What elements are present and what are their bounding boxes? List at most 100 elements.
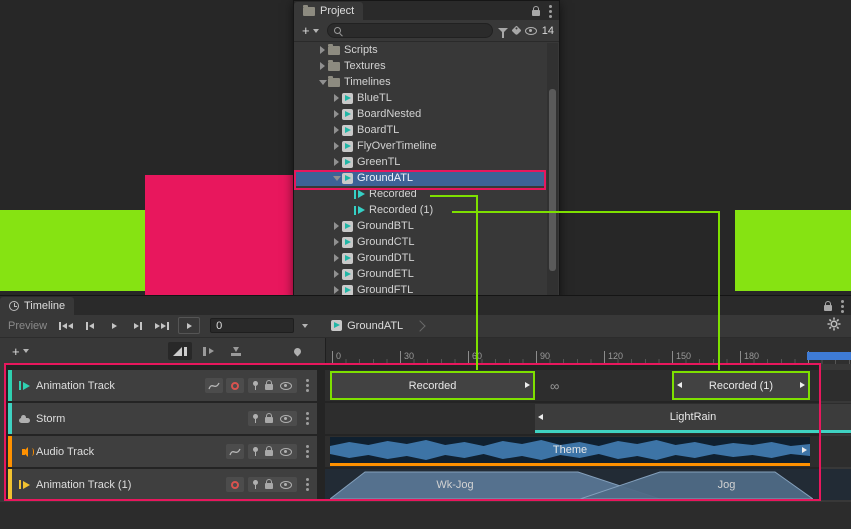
track-menu-button[interactable] <box>301 450 313 453</box>
foldout-collapsed-icon[interactable] <box>331 154 342 170</box>
clip-recorded[interactable]: Recorded <box>330 371 535 400</box>
curves-toggle-button[interactable] <box>226 444 244 459</box>
clip-handle-left-icon[interactable] <box>677 382 682 388</box>
eye-icon[interactable] <box>280 448 292 456</box>
track-header-storm[interactable]: Storm <box>8 403 317 434</box>
tree-item-boardtl[interactable]: BoardTL <box>295 122 546 138</box>
audio-track-icon <box>22 449 25 455</box>
frame-unit-dropdown[interactable] <box>299 321 311 331</box>
visibility-icon[interactable] <box>525 27 537 35</box>
lane-audio[interactable]: Theme <box>325 436 851 467</box>
tree-item-bluetl[interactable]: BlueTL <box>295 90 546 106</box>
track-header-animation[interactable]: Animation Track <box>8 370 317 401</box>
play-button[interactable] <box>103 317 125 334</box>
foldout-collapsed-icon[interactable] <box>317 58 328 74</box>
window-menu-icon[interactable] <box>841 305 844 308</box>
pin-icon[interactable] <box>253 414 258 419</box>
tree-item-groundbtl[interactable]: GroundBTL <box>295 218 546 234</box>
curves-toggle-button[interactable] <box>205 378 223 393</box>
clip-handle-right-icon[interactable] <box>800 382 805 388</box>
frame-input[interactable] <box>211 320 293 332</box>
lane-animation-1[interactable]: Wk-Jog Jog <box>325 469 851 500</box>
time-ruler[interactable]: 0 30 60 90 120 150 180 210 <box>325 338 851 364</box>
foldout-collapsed-icon[interactable] <box>331 90 342 106</box>
tree-item-scripts[interactable]: Scripts <box>295 42 546 58</box>
tree-item-timelines[interactable]: Timelines <box>295 74 546 90</box>
clip-recorded-1[interactable]: Recorded (1) <box>672 371 810 400</box>
tree-item-textures[interactable]: Textures <box>295 58 546 74</box>
tree-item-flyovertimeline[interactable]: FlyOverTimeline <box>295 138 546 154</box>
clip-jog[interactable]: Jog <box>580 470 813 499</box>
create-asset-button[interactable]: + <box>299 23 322 38</box>
eye-icon[interactable] <box>280 415 292 423</box>
show-markers-button[interactable] <box>288 343 306 359</box>
lane-storm[interactable]: LightRain <box>325 403 851 434</box>
search-by-label-icon[interactable] <box>511 26 521 36</box>
tree-item-recorded[interactable]: Recorded <box>295 186 546 202</box>
mix-mode-button[interactable] <box>168 342 192 360</box>
ripple-mode-button[interactable] <box>196 342 220 360</box>
foldout-collapsed-icon[interactable] <box>331 250 342 266</box>
clip-handle-right-icon[interactable] <box>525 382 530 388</box>
add-track-button[interactable]: + <box>8 342 33 360</box>
pin-icon[interactable] <box>253 381 258 386</box>
track-menu-button[interactable] <box>301 417 313 420</box>
pin-icon[interactable] <box>253 447 258 452</box>
track-menu-button[interactable] <box>301 384 313 387</box>
lane-animation[interactable]: Recorded ∞ Recorded (1) <box>325 370 851 401</box>
track-menu-button[interactable] <box>301 483 313 486</box>
search-input[interactable] <box>345 25 486 36</box>
tree-item-groundctl[interactable]: GroundCTL <box>295 234 546 250</box>
project-scrollbar[interactable] <box>547 43 558 297</box>
current-frame-field[interactable] <box>210 318 294 333</box>
play-range-button[interactable] <box>178 317 200 334</box>
window-menu-icon[interactable] <box>549 10 552 13</box>
lock-icon[interactable] <box>532 10 540 16</box>
lock-icon[interactable] <box>265 483 273 489</box>
settings-button[interactable] <box>827 317 841 334</box>
clip-lightrain[interactable]: LightRain <box>535 404 851 433</box>
foldout-collapsed-icon[interactable] <box>331 138 342 154</box>
tree-item-recorded-1[interactable]: Recorded (1) <box>295 202 546 218</box>
tree-item-greentl[interactable]: GreenTL <box>295 154 546 170</box>
tree-item-groundetl[interactable]: GroundETL <box>295 266 546 282</box>
foldout-collapsed-icon[interactable] <box>331 218 342 234</box>
foldout-collapsed-icon[interactable] <box>331 234 342 250</box>
replace-mode-button[interactable] <box>224 342 248 360</box>
lock-icon[interactable] <box>824 305 832 311</box>
tree-item-grounddtl[interactable]: GroundDTL <box>295 250 546 266</box>
previous-frame-button[interactable] <box>79 317 101 334</box>
goto-end-button[interactable] <box>151 317 173 334</box>
clip-handle-right-icon[interactable] <box>802 447 807 453</box>
foldout-collapsed-icon[interactable] <box>331 122 342 138</box>
record-button[interactable] <box>226 477 244 492</box>
tab-timeline[interactable]: Timeline <box>0 297 74 315</box>
foldout-expanded-icon[interactable] <box>331 170 342 186</box>
clip-handle-left-icon[interactable] <box>538 414 543 420</box>
tree-item-label: Recorded (1) <box>369 204 433 216</box>
lock-icon[interactable] <box>265 417 273 423</box>
lock-icon[interactable] <box>265 384 273 390</box>
scrollbar-thumb[interactable] <box>549 89 556 271</box>
tree-item-boardnested[interactable]: BoardNested <box>295 106 546 122</box>
lock-icon[interactable] <box>265 450 273 456</box>
foldout-collapsed-icon[interactable] <box>331 266 342 282</box>
eye-icon[interactable] <box>280 382 292 390</box>
project-search-field[interactable] <box>327 23 493 38</box>
record-button[interactable] <box>226 378 244 393</box>
track-header-audio[interactable]: Audio Track <box>8 436 317 467</box>
clip-theme[interactable]: Theme <box>330 437 810 466</box>
foldout-expanded-icon[interactable] <box>317 74 328 90</box>
tab-project[interactable]: Project <box>294 2 363 20</box>
next-frame-button[interactable] <box>127 317 149 334</box>
foldout-collapsed-icon[interactable] <box>331 106 342 122</box>
foldout-collapsed-icon[interactable] <box>317 42 328 58</box>
breadcrumb[interactable]: GroundATL <box>331 320 424 332</box>
track-header-animation-1[interactable]: Animation Track (1) <box>8 469 317 500</box>
search-by-type-icon[interactable] <box>498 28 508 33</box>
preview-toggle[interactable]: Preview <box>8 320 47 332</box>
eye-icon[interactable] <box>280 481 292 489</box>
pin-icon[interactable] <box>253 480 258 485</box>
tree-item-groundatl[interactable]: GroundATL <box>295 170 546 186</box>
goto-beginning-button[interactable] <box>55 317 77 334</box>
